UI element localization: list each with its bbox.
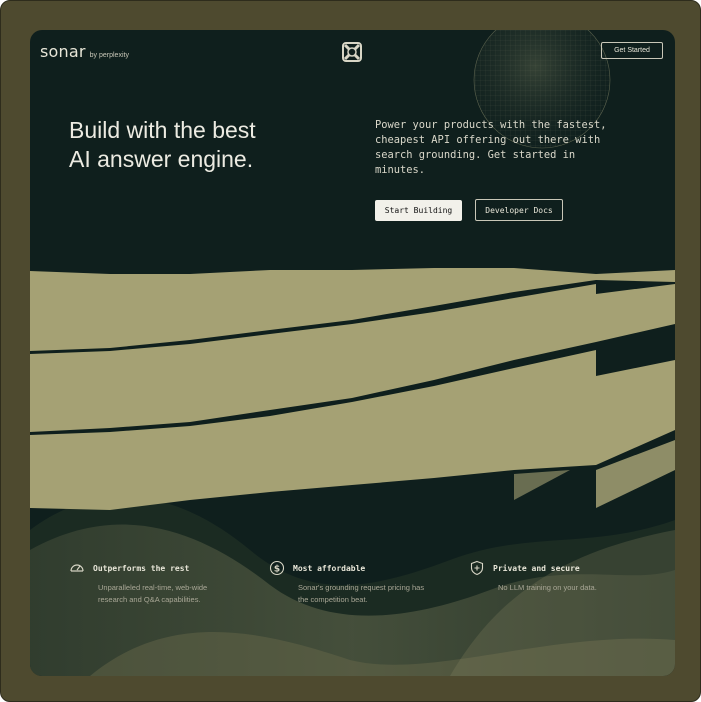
ribbon-pattern (30, 268, 675, 510)
speedometer-icon (70, 564, 84, 572)
feature-description: Unparalleled real-time, web-wide researc… (98, 582, 249, 606)
feature-private: Private and secure No LLM training on yo… (469, 560, 649, 594)
dollar-coin-icon: $ (269, 560, 285, 576)
brand-logo[interactable]: sonar by perplexity (40, 42, 129, 61)
start-building-button[interactable]: Start Building (375, 200, 462, 221)
feature-desc-line: No LLM training on your data. (498, 583, 597, 592)
tagline-line: minutes. (375, 164, 426, 176)
hero-headline: Build with the best AI answer engine. (69, 116, 339, 174)
brand-byline: by perplexity (89, 52, 129, 59)
feature-desc-line: Sonar's grounding request pricing has (298, 583, 425, 592)
hero-panel: sonar by perplexity Get Started Build wi… (30, 30, 675, 676)
tagline-line: cheapest API offering out there with (375, 134, 601, 146)
feature-title: Outperforms the rest (93, 563, 190, 573)
feature-outperforms: Outperforms the rest Unparalleled real-t… (69, 560, 249, 606)
feature-desc-line: research and Q&A capabilities. (98, 595, 201, 604)
shield-plus-icon (470, 560, 484, 576)
feature-description: No LLM training on your data. (498, 582, 649, 594)
window-frame: sonar by perplexity Get Started Build wi… (0, 0, 701, 702)
feature-description: Sonar's grounding request pricing has th… (298, 582, 449, 606)
headline-line: AI answer engine. (69, 146, 254, 172)
tagline-line: search grounding. Get started in (375, 149, 576, 161)
hero-tagline: Power your products with the fastest, ch… (375, 118, 665, 178)
brand-name: sonar (40, 42, 86, 61)
get-started-button[interactable]: Get Started (601, 42, 663, 59)
feature-desc-line: the competition beat. (298, 595, 368, 604)
feature-desc-line: Unparalleled real-time, web-wide (98, 583, 208, 592)
feature-title: Private and secure (493, 563, 580, 573)
tagline-line: Power your products with the fastest, (375, 119, 607, 131)
developer-docs-button[interactable]: Developer Docs (475, 199, 563, 221)
feature-title: Most affordable (293, 563, 366, 573)
feature-affordable: $ Most affordable Sonar's grounding requ… (269, 560, 449, 606)
svg-text:$: $ (274, 564, 280, 574)
headline-line: Build with the best (69, 117, 256, 143)
perplexity-mark-icon (342, 42, 362, 62)
